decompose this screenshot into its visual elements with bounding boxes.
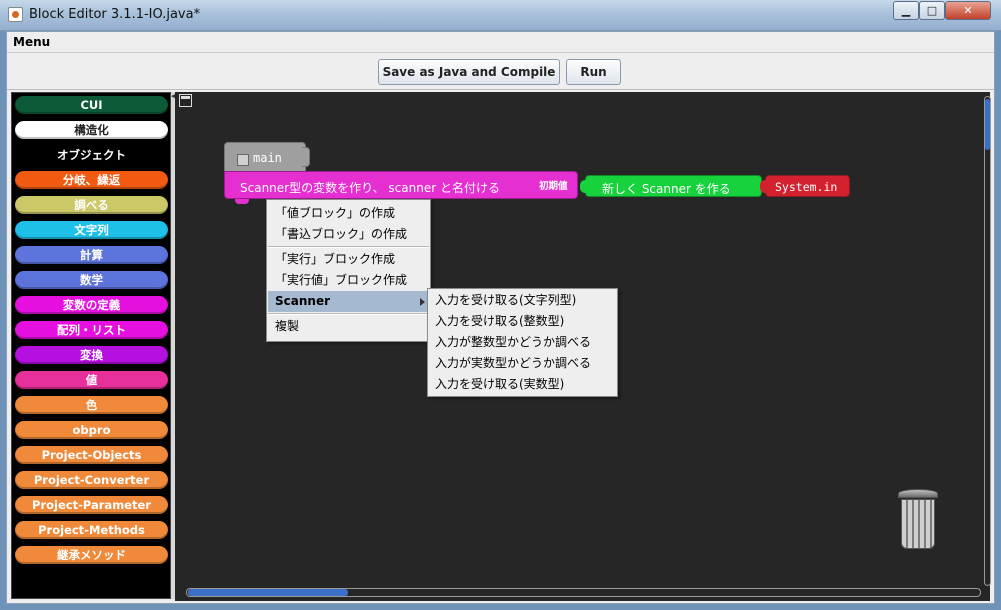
system-in-block[interactable]: System.in xyxy=(760,175,850,197)
menu-menu[interactable]: Menu xyxy=(13,35,50,49)
palette-item[interactable]: 変換 xyxy=(15,346,168,364)
palette-item[interactable]: 計算 xyxy=(15,246,168,264)
palette-item[interactable]: 値 xyxy=(15,371,168,389)
submenu-has-next-int[interactable]: 入力が整数型かどうか調べる xyxy=(429,332,616,353)
window-title: Block Editor 3.1.1-IO.java* xyxy=(29,7,201,22)
minimize-palette-icon[interactable] xyxy=(179,94,192,107)
palette-item[interactable]: 構造化 xyxy=(15,121,168,139)
new-scanner-label: 新しく Scanner を作る xyxy=(602,182,731,196)
main-block-label: main xyxy=(253,151,282,165)
menu-duplicate[interactable]: 複製 xyxy=(268,316,429,337)
variable-declaration-block[interactable]: Scanner型の変数を作り、 scanner と名付ける 初期値 xyxy=(224,171,578,204)
horizontal-scrollbar[interactable] xyxy=(186,588,981,597)
system-in-label: System.in xyxy=(775,180,838,194)
toolbar: Save as Java and Compile Run xyxy=(7,54,994,90)
trash-can-icon[interactable] xyxy=(895,489,941,551)
collapse-icon[interactable] xyxy=(237,154,249,166)
palette-item[interactable]: 配列・リスト xyxy=(15,321,168,339)
menu-separator xyxy=(268,313,429,315)
palette-item[interactable]: 数学 xyxy=(15,271,168,289)
title-bar: Block Editor 3.1.1-IO.java* ▁ □ ✕ xyxy=(0,0,1001,31)
palette-item[interactable]: 分岐、繰返 xyxy=(15,171,168,189)
main-method-block[interactable]: main xyxy=(224,142,310,172)
submenu-read-string[interactable]: 入力を受け取る(文字列型) xyxy=(429,290,616,311)
palette-item[interactable]: 変数の定義 xyxy=(15,296,168,314)
menu-create-value-block[interactable]: 「値ブロック」の作成 xyxy=(268,203,429,224)
context-menu: 「値ブロック」の作成 「書込ブロック」の作成 「実行」ブロック作成 「実行値」ブ… xyxy=(266,199,431,342)
java-app-icon xyxy=(8,7,23,22)
maximize-button[interactable]: □ xyxy=(919,1,945,20)
save-compile-button[interactable]: Save as Java and Compile xyxy=(378,59,560,85)
menu-scanner-label: Scanner xyxy=(275,294,330,308)
submenu-arrow-icon xyxy=(420,298,425,306)
scanner-submenu: 入力を受け取る(文字列型) 入力を受け取る(整数型) 入力が整数型かどうか調べる… xyxy=(427,288,618,397)
trash-body xyxy=(901,499,935,549)
menu-bar: Menu xyxy=(7,32,994,53)
menu-separator xyxy=(268,246,429,248)
palette-item[interactable]: Project-Objects xyxy=(15,446,168,464)
menu-scanner[interactable]: Scanner xyxy=(268,291,429,312)
palette-item[interactable]: オブジェクト xyxy=(15,146,168,164)
run-button[interactable]: Run xyxy=(566,59,621,85)
palette-item[interactable]: 文字列 xyxy=(15,221,168,239)
submenu-read-int[interactable]: 入力を受け取る(整数型) xyxy=(429,311,616,332)
block-palette: CUI 構造化オブジェクト 分岐、繰返調べる文字列計算数学変数の定義配列・リスト 変換… xyxy=(11,92,171,599)
vertical-scrollbar[interactable] xyxy=(984,96,991,586)
palette-item[interactable]: Project-Parameter xyxy=(15,496,168,514)
palette-item[interactable]: 継承メソッド xyxy=(15,546,168,564)
close-button[interactable]: ✕ xyxy=(945,1,991,20)
palette-item[interactable]: Project-Converter xyxy=(15,471,168,489)
variable-block-label: Scanner型の変数を作り、 scanner と名付ける xyxy=(240,181,500,195)
palette-item[interactable]: 色 xyxy=(15,396,168,414)
submenu-read-double[interactable]: 入力を受け取る(実数型) xyxy=(429,374,616,395)
new-scanner-block[interactable]: 新しく Scanner を作る xyxy=(580,175,762,197)
trash-lid xyxy=(898,489,938,498)
submenu-has-next-double[interactable]: 入力が実数型かどうか調べる xyxy=(429,353,616,374)
horizontal-scroll-thumb[interactable] xyxy=(188,589,348,596)
palette-item[interactable]: CUI xyxy=(15,96,168,114)
vertical-scroll-thumb[interactable] xyxy=(985,99,990,150)
system-in-connector xyxy=(760,180,770,193)
menu-create-exec-value-block[interactable]: 「実行値」ブロック作成 xyxy=(268,270,429,291)
new-block-connector xyxy=(580,180,590,193)
main-block-connector xyxy=(302,147,310,167)
palette-item[interactable]: obpro xyxy=(15,421,168,439)
block-connector-tab xyxy=(235,199,249,204)
initial-value-label: 初期値 xyxy=(539,181,568,192)
palette-item[interactable]: Project-Methods xyxy=(15,521,168,539)
minimize-button[interactable]: ▁ xyxy=(893,1,919,20)
menu-create-exec-block[interactable]: 「実行」ブロック作成 xyxy=(268,249,429,270)
palette-item[interactable]: 調べる xyxy=(15,196,168,214)
menu-create-write-block[interactable]: 「書込ブロック」の作成 xyxy=(268,224,429,245)
